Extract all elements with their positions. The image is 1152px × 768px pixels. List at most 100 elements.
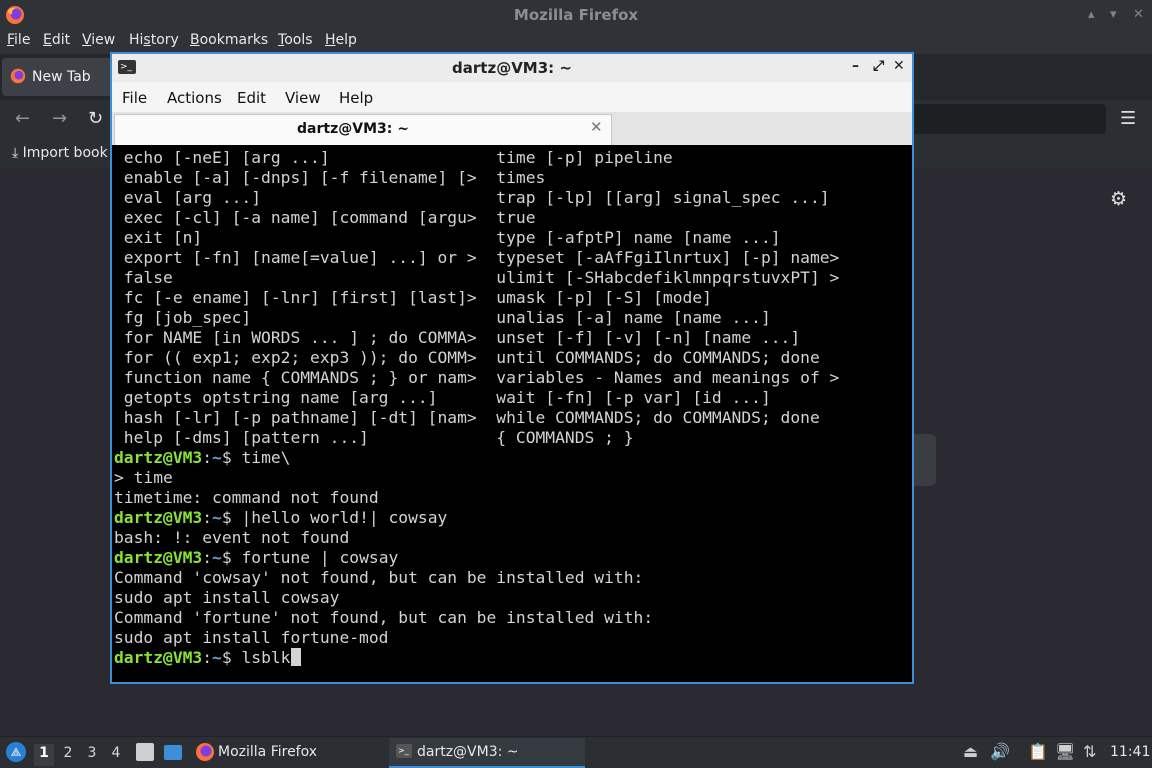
terminal-minimize-button[interactable]: – (852, 58, 859, 74)
terminal-output-line: fg [job_spec] unalias [-a] name [name ..… (114, 308, 771, 327)
clock: 11:41 (1110, 744, 1151, 760)
import-bookmarks-label: Import book (22, 145, 108, 161)
firefox-menu-history[interactable]: History (129, 32, 179, 48)
terminal-menu-file[interactable]: File (122, 89, 147, 107)
terminal-cursor (290, 648, 301, 666)
terminal-output-line: hash [-lr] [-p pathname] [-dt] [nam> whi… (114, 408, 820, 427)
terminal-output-line: export [-fn] [name[=value] ...] or > typ… (114, 248, 840, 267)
start-menu-icon[interactable]: ⟁ (6, 742, 26, 762)
prompt-dollar: $ (221, 648, 232, 667)
terminal-output-line: for (( exp1; exp2; exp3 )); do COMM> unt… (114, 348, 820, 367)
terminal-output-line: sudo apt install cowsay (114, 588, 340, 607)
firefox-tab-favicon-icon (10, 68, 26, 84)
taskbar-firefox-icon (196, 743, 214, 761)
prompt-separator: : (202, 648, 213, 667)
menu-text: ile (14, 32, 31, 48)
menu-text: Hi (129, 32, 144, 48)
display-icon[interactable]: 🖥 (1055, 742, 1075, 761)
terminal-output-line: help [-dms] [pattern ...] { COMMANDS ; } (114, 428, 634, 447)
terminal-menu-view[interactable]: View (285, 89, 321, 107)
prompt-user: dartz@VM3 (114, 648, 203, 667)
terminal-menu-help[interactable]: Help (339, 89, 373, 107)
terminal-output-line: fc [-e ename] [-lnr] [first] [last]> uma… (114, 288, 712, 307)
firefox-close-button[interactable]: ✕ (1133, 7, 1144, 22)
firefox-minimize-button[interactable]: ▴ (1088, 7, 1095, 22)
terminal-tab-label: dartz@VM3: ~ (297, 121, 409, 137)
menu-mnemonic: B (190, 32, 200, 48)
back-icon[interactable]: ← (15, 108, 30, 129)
prompt-dollar: $ (221, 508, 232, 527)
firefox-menu-tools[interactable]: Tools (278, 32, 313, 48)
firefox-window-title: Mozilla Firefox (513, 6, 639, 24)
terminal-output-line: timetime: command not found (114, 488, 379, 507)
menu-mnemonic: E (43, 32, 52, 48)
show-desktop-icon[interactable] (164, 745, 182, 760)
menu-text: elp (335, 32, 357, 48)
taskbar-terminal-label: dartz@VM3: ~ (417, 744, 519, 760)
prompt-path: ~ (212, 448, 222, 467)
menu-mnemonic: V (82, 32, 92, 48)
prompt-command: |hello world!| cowsay (231, 508, 448, 527)
terminal-output[interactable]: echo [-neE] [arg ...] time [-p] pipeline… (112, 146, 912, 682)
terminal-menu-actions[interactable]: Actions (167, 89, 222, 107)
firefox-menu-view[interactable]: View (82, 32, 115, 48)
terminal-output-line: sudo apt install fortune-mod (114, 628, 389, 647)
firefox-menu-edit[interactable]: Edit (43, 32, 70, 48)
terminal-output-line: eval [arg ...] trap [-lp] [[arg] signal_… (114, 188, 830, 207)
workspace-2[interactable]: 2 (58, 744, 78, 766)
workspace-4[interactable]: 4 (106, 744, 126, 766)
terminal-output-line: function name { COMMANDS ; } or nam> var… (114, 368, 840, 387)
prompt-separator: : (202, 448, 213, 467)
prompt-dollar: $ (221, 448, 232, 467)
terminal-output-line: exec [-cl] [-a name] [command [argu> tru… (114, 208, 536, 227)
prompt-separator: : (202, 508, 213, 527)
menu-text: ools (284, 32, 313, 48)
import-bookmarks-button[interactable]: ⤓ Import book (12, 145, 108, 161)
prompt-dollar: $ (221, 548, 232, 567)
terminal-close-button[interactable]: ✕ (893, 58, 905, 74)
volume-icon[interactable]: 🔊 (990, 742, 1010, 761)
workspace-1[interactable]: 1 (34, 744, 54, 766)
firefox-maximize-button[interactable]: ▾ (1110, 7, 1117, 22)
file-manager-icon[interactable] (136, 743, 154, 761)
terminal-output-line: > time (114, 468, 173, 487)
prompt-user: dartz@VM3 (114, 448, 203, 467)
firefox-menu-help[interactable]: Help (325, 32, 357, 48)
menu-text: dit (51, 32, 71, 48)
terminal-output-line: false ulimit [-SHabcdefiklmnpqrstuvxPT] … (114, 268, 840, 287)
terminal-output-line: enable [-a] [-dnps] [-f filename] [> tim… (114, 168, 546, 187)
prompt-user: dartz@VM3 (114, 508, 203, 527)
menu-text: iew (91, 32, 116, 48)
taskbar-firefox-label: Mozilla Firefox (218, 744, 318, 760)
menu-mnemonic: s (143, 32, 151, 48)
terminal-menu-edit[interactable]: Edit (237, 89, 266, 107)
menu-text: tory (150, 32, 179, 48)
prompt-path: ~ (212, 508, 222, 527)
taskbar-terminal-icon: >_ (396, 744, 412, 758)
terminal-output-line: bash: !: event not found (114, 528, 350, 547)
firefox-menu-file[interactable]: File (7, 32, 30, 48)
terminal-tab-close-icon[interactable]: ✕ (590, 118, 603, 136)
prompt-command: fortune | cowsay (231, 548, 399, 567)
workspace-3[interactable]: 3 (82, 744, 102, 766)
prompt-command: lsblk (231, 648, 291, 667)
terminal-maximize-button[interactable]: ⤢ (873, 58, 884, 74)
forward-icon[interactable]: → (52, 108, 67, 129)
url-bar[interactable] (900, 104, 1106, 134)
menu-mnemonic: F (7, 32, 15, 48)
terminal-prompt-line: dartz@VM3:~$ time\ (114, 448, 291, 468)
prompt-path: ~ (212, 548, 222, 567)
firefox-menu-bookmarks[interactable]: Bookmarks (190, 32, 268, 48)
reload-icon[interactable]: ↻ (88, 108, 103, 129)
terminal-window: >_ dartz@VM3: ~ – ⤢ ✕ File Actions Edit … (110, 52, 914, 684)
terminal-output-line: Command 'cowsay' not found, but can be i… (114, 568, 644, 587)
terminal-output-line: exit [n] type [-afptP] name [name ...] (114, 228, 781, 247)
hamburger-menu-icon[interactable]: ☰ (1120, 108, 1136, 129)
eject-icon[interactable]: ⏏ (963, 742, 978, 761)
network-icon[interactable]: ⇅ (1083, 742, 1096, 761)
terminal-prompt-line: dartz@VM3:~$ fortune | cowsay (114, 548, 398, 568)
firefox-tab-label: New Tab (32, 69, 91, 85)
terminal-window-title: dartz@VM3: ~ (452, 59, 572, 77)
clipboard-icon[interactable]: 📋 (1028, 742, 1048, 761)
settings-gear-icon[interactable]: ⚙ (1110, 188, 1127, 210)
